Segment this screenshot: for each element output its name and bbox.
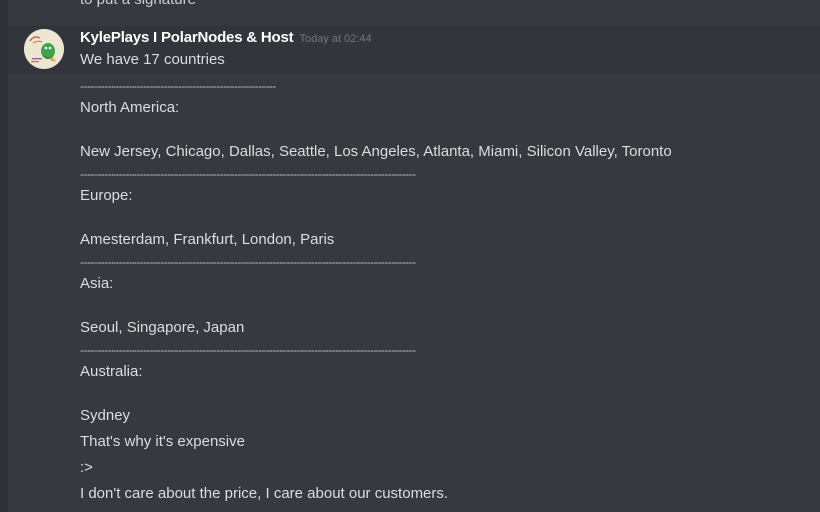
- message-list[interactable]: to put a signature KylePlays I PolarNode…: [8, 0, 820, 512]
- region-cities-north-america: New Jersey, Chicago, Dallas, Seattle, Lo…: [80, 143, 672, 160]
- message-line-emote: :>: [80, 459, 93, 476]
- divider-short: ----------------------------------------…: [80, 80, 276, 92]
- divider-europe: ----------------------------------------…: [80, 256, 416, 268]
- message-line-customers: I don't care about the price, I care abo…: [80, 485, 449, 502]
- message-line-expensive: That's why it's expensive: [80, 433, 245, 450]
- region-heading-europe: Europe:: [80, 187, 133, 204]
- avatar-image-icon: [24, 29, 64, 69]
- region-cities-asia: Seoul, Singapore, Japan: [80, 319, 245, 336]
- chat-window: to put a signature KylePlays I PolarNode…: [0, 0, 820, 512]
- message-line-intro: We have 17 countries: [80, 51, 225, 68]
- user-avatar[interactable]: [24, 29, 64, 69]
- region-heading-australia: Australia:: [80, 363, 143, 380]
- divider-asia: ----------------------------------------…: [80, 344, 416, 356]
- region-heading-asia: Asia:: [80, 275, 114, 292]
- author-name[interactable]: KylePlays I PolarNodes & Host: [80, 29, 294, 46]
- message-timestamp: Today at 02:44: [299, 33, 372, 45]
- sidebar-edge: [0, 0, 8, 512]
- region-cities-australia: Sydney: [80, 407, 131, 424]
- region-cities-europe: Amesterdam, Frankfurt, London, Paris: [80, 231, 335, 248]
- previous-message-text: to put a signature: [80, 0, 196, 11]
- region-heading-north-america: North America:: [80, 99, 180, 116]
- message-header: KylePlays I PolarNodes & Host Today at 02…: [80, 28, 372, 48]
- divider-north-america: ----------------------------------------…: [80, 168, 416, 180]
